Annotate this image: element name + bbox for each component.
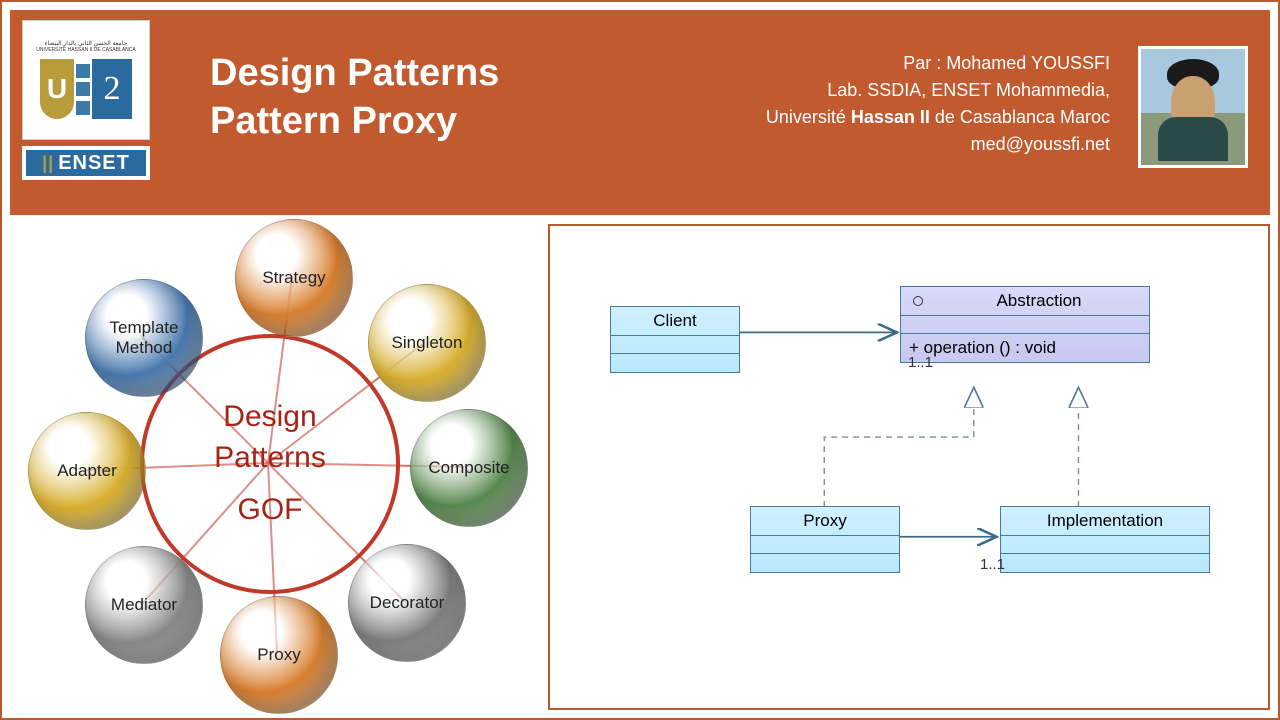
pattern-ball-strategy: Strategy <box>235 219 353 337</box>
pattern-ball-composite: Composite <box>410 409 528 527</box>
author-line-3: Université Hassan II de Casablanca Maroc <box>766 104 1110 131</box>
proxy-name: Proxy <box>751 507 899 536</box>
center-l1: Design <box>223 397 316 438</box>
lower-content: Design Patterns GOF StrategySingletonCom… <box>10 224 1270 710</box>
implementation-name: Implementation <box>1001 507 1209 536</box>
uml-panel: Client Abstraction + operation () : void… <box>548 224 1270 710</box>
client-name: Client <box>611 307 739 336</box>
slide-header: جامعة الحسن الثاني بالدار البيضاء UNIVER… <box>10 10 1270 215</box>
title-line-2: Pattern Proxy <box>210 98 499 146</box>
slide-title: Design Patterns Pattern Proxy <box>210 50 499 145</box>
logo-two: 2 <box>92 59 132 119</box>
center-l2: Patterns <box>214 438 326 479</box>
pattern-wheel: Design Patterns GOF StrategySingletonCom… <box>10 224 530 714</box>
pattern-ball-mediator: Mediator <box>85 546 203 664</box>
logo-bars <box>76 59 90 119</box>
author-photo <box>1138 46 1248 168</box>
uml-class-client: Client <box>610 306 740 373</box>
pattern-ball-singleton: Singleton <box>368 284 486 402</box>
logo-u: U <box>40 59 74 119</box>
pattern-ball-template: Template Method <box>85 279 203 397</box>
uml-class-implementation: Implementation <box>1000 506 1210 573</box>
center-l3: GOF <box>238 490 303 531</box>
slide: جامعة الحسن الثاني بالدار البيضاء UNIVER… <box>0 0 1280 720</box>
multiplicity-1: 1..1 <box>908 354 933 371</box>
pattern-ball-proxy: Proxy <box>220 596 338 714</box>
pattern-ball-adapter: Adapter <box>28 412 146 530</box>
photo-body <box>1158 117 1228 161</box>
abstraction-operation: + operation () : void <box>901 334 1149 362</box>
uml-diagram: Client Abstraction + operation () : void… <box>580 256 1238 678</box>
uml-class-abstraction: Abstraction + operation () : void <box>900 286 1150 363</box>
interface-lollipop-icon <box>913 296 923 306</box>
title-line-1: Design Patterns <box>210 50 499 98</box>
abstraction-name: Abstraction <box>941 291 1137 311</box>
multiplicity-2: 1..1 <box>980 556 1005 573</box>
logo-glyph: U 2 <box>40 59 132 119</box>
logo-text-sub: UNIVERSITÉ HASSAN II DE CASABLANCA <box>36 48 135 54</box>
author-block: Par : Mohamed YOUSSFI Lab. SSDIA, ENSET … <box>766 50 1110 158</box>
author-line-2: Lab. SSDIA, ENSET Mohammedia, <box>766 77 1110 104</box>
author-line-1: Par : Mohamed YOUSSFI <box>766 50 1110 77</box>
logo-block: جامعة الحسن الثاني بالدار البيضاء UNIVER… <box>22 20 152 180</box>
enset-badge: ENSET <box>22 146 150 180</box>
uml-class-proxy: Proxy <box>750 506 900 573</box>
university-logo: جامعة الحسن الثاني بالدار البيضاء UNIVER… <box>22 20 150 140</box>
author-email: med@youssfi.net <box>766 131 1110 158</box>
pattern-ball-decorator: Decorator <box>348 544 466 662</box>
